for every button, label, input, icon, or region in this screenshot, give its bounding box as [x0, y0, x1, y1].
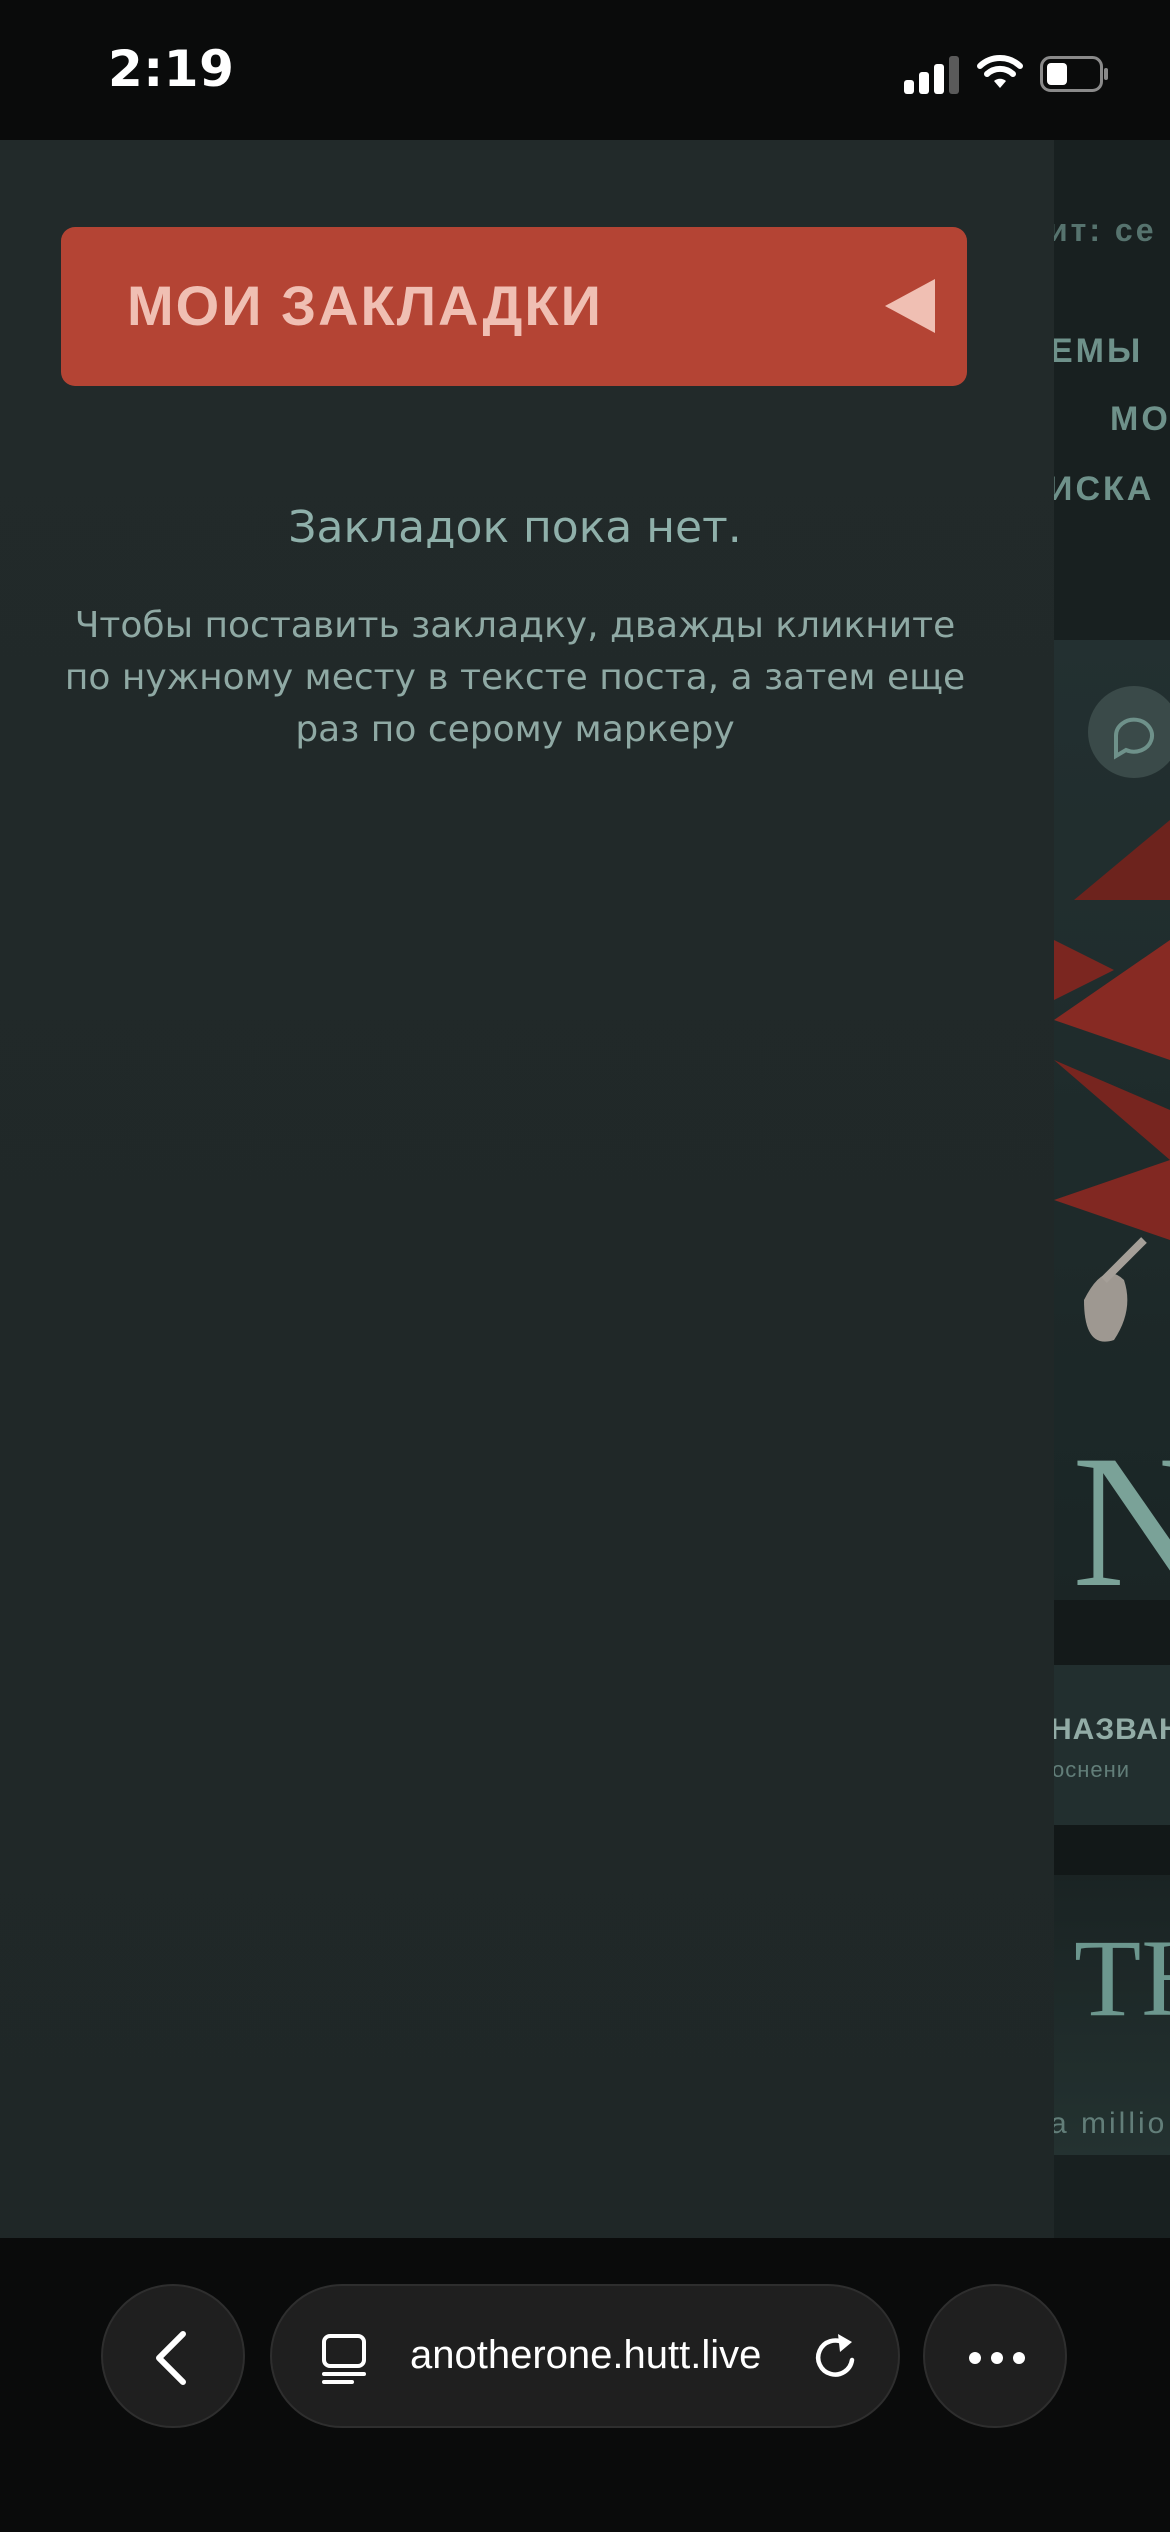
empty-state-hint: Чтобы поставить закладку, дважды кликнит…	[64, 605, 966, 750]
browser-toolbar: anotherone.hutt.live	[0, 2238, 1170, 2532]
bg-big-letter: N	[1072, 1417, 1170, 1627]
reload-icon[interactable]	[808, 2330, 864, 2386]
bg-caption-sub: оснени	[1054, 1757, 1131, 1782]
bg-image-strip	[1054, 1600, 1170, 1665]
bookmarks-title: МОИ ЗАКЛАДКИ	[127, 274, 603, 337]
bg-footer-text: a millio	[1054, 2107, 1168, 2140]
url-text: anotherone.hutt.live	[410, 2333, 762, 2377]
more-options-button[interactable]	[923, 2284, 1067, 2428]
chevron-left-icon	[156, 2331, 186, 2385]
background-webpage: ит: се ЕМЫ МО ИСКА N НАЗВАН оснени	[1054, 140, 1170, 2238]
bookmarks-header-button[interactable]: МОИ ЗАКЛАДКИ	[61, 227, 967, 386]
bg-heading-letters: ТН	[1074, 1917, 1170, 2039]
status-time: 2:19	[108, 40, 235, 98]
back-button[interactable]	[101, 2284, 245, 2428]
battery-icon	[1040, 56, 1108, 92]
bg-divider	[1054, 1825, 1170, 1875]
bg-caption-title: НАЗВАН	[1054, 1713, 1170, 1746]
bg-caption-card: НАЗВАН оснени	[1054, 1665, 1170, 1825]
status-bar: 2:19	[0, 0, 1170, 140]
bg-hero-art: N	[1054, 686, 1170, 1627]
phone-screen: 2:19 ит: се ЕМЫ МО ИСКА N НАЗВА оснени Т…	[0, 0, 1170, 2532]
wifi-icon	[977, 55, 1023, 88]
bg-heading-block: ТН a millio	[1054, 1875, 1170, 2155]
empty-state-title: Закладок пока нет.	[288, 502, 742, 553]
bg-hero-image: N	[1054, 640, 1170, 1665]
bg-nav-item: ИСКА	[1054, 470, 1155, 508]
bookmarks-panel: МОИ ЗАКЛАДКИ Закладок пока нет. Чтобы по…	[0, 140, 1054, 2238]
address-bar[interactable]: anotherone.hutt.live	[270, 2284, 900, 2428]
collapse-triangle-icon	[885, 279, 935, 333]
cellular-signal-icon	[904, 54, 960, 94]
tab-overview-icon	[322, 2334, 366, 2384]
ellipsis-icon	[969, 2352, 1025, 2364]
bg-nav-item: МО	[1110, 400, 1170, 438]
bg-nav-item: ЕМЫ	[1054, 332, 1144, 370]
bg-text-line: ит: се	[1054, 212, 1157, 248]
